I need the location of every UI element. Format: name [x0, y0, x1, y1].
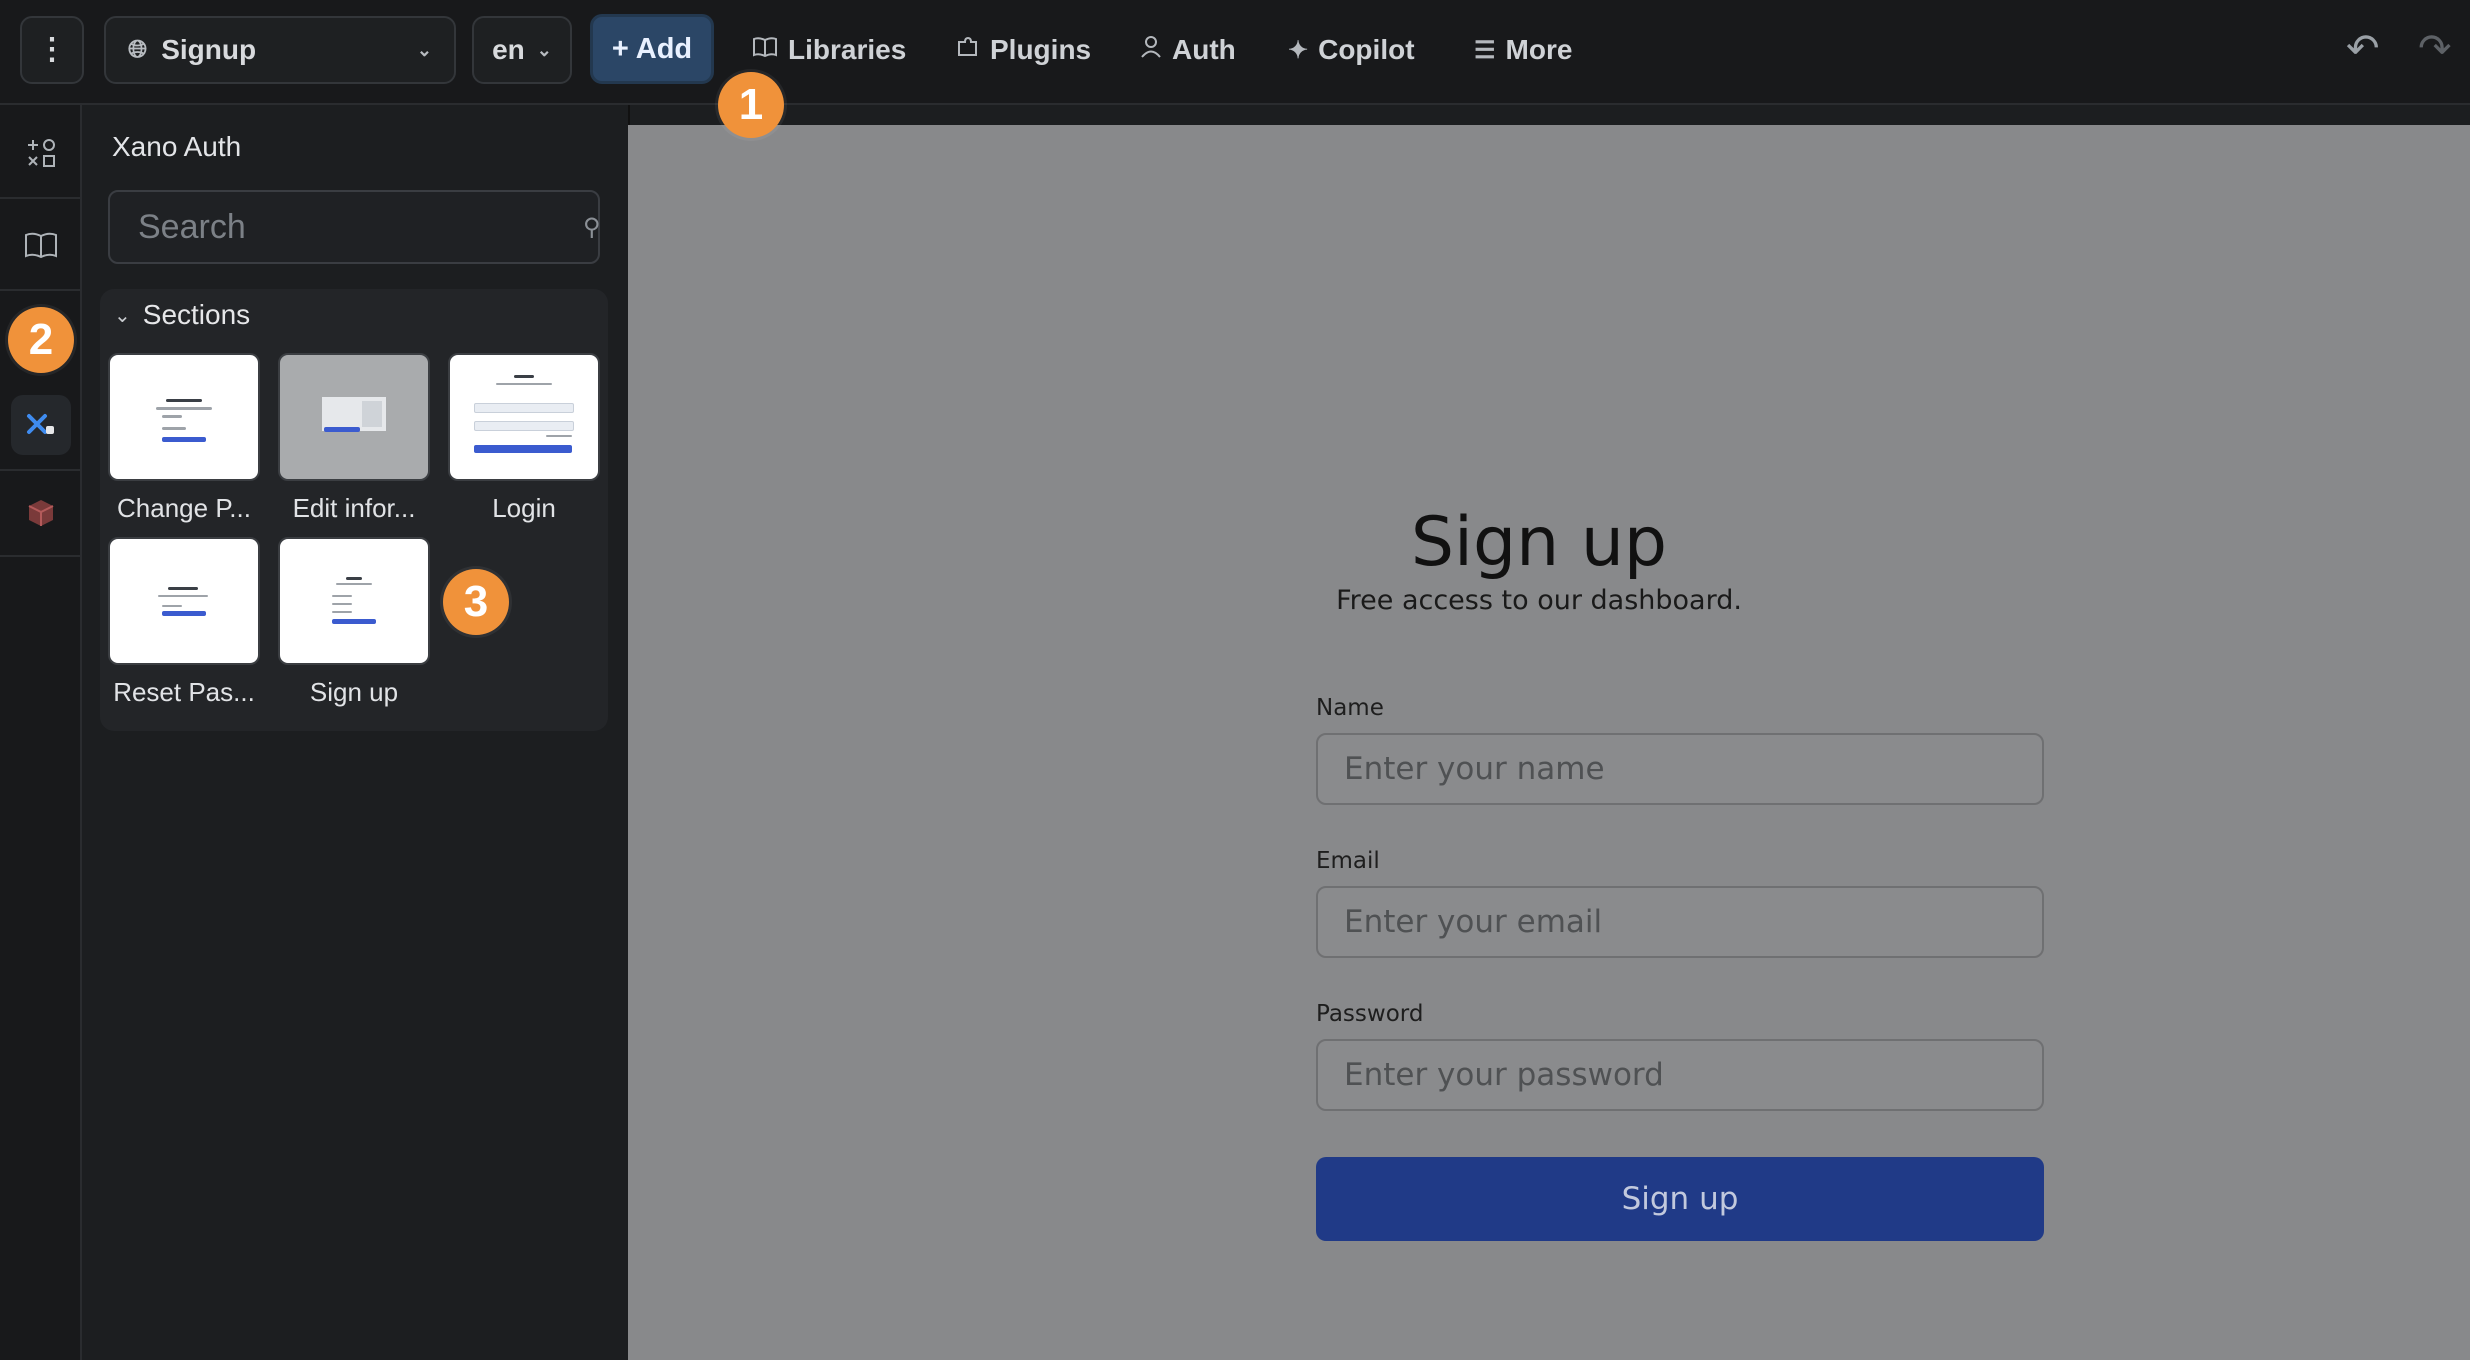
password-input[interactable]: [1342, 1056, 2018, 1094]
tile-thumbnail: [448, 353, 600, 481]
rail-divider: [0, 469, 80, 471]
section-tile-edit-information[interactable]: Edit infor...: [278, 353, 430, 524]
add-button[interactable]: + Add: [590, 14, 714, 84]
nav-libraries[interactable]: Libraries: [752, 16, 906, 84]
sections-label: Sections: [142, 299, 251, 330]
nav-auth-label: Auth: [1172, 34, 1236, 65]
book-icon[interactable]: [11, 215, 71, 275]
email-label: Email: [1316, 848, 1380, 874]
chevron-down-icon: ⌄: [416, 39, 432, 60]
top-toolbar: ⋮ 🌐︎ Signup ⌄ en ⌄ + Add Libraries Plugi…: [0, 0, 2470, 105]
name-label: Name: [1316, 695, 1384, 721]
section-tile-login[interactable]: Login: [448, 353, 600, 524]
tile-label: Edit infor...: [292, 493, 416, 523]
nav-more-label: More: [1505, 34, 1573, 65]
tile-thumbnail: [278, 537, 430, 665]
step-badge-2: 2: [8, 307, 74, 373]
nav-copilot-label: Copilot: [1318, 34, 1415, 65]
search-input[interactable]: [136, 206, 583, 248]
chevron-down-icon: ⌄: [114, 304, 131, 327]
section-tile-change-password[interactable]: Change P...: [108, 353, 260, 524]
more-options-button[interactable]: ⋮: [20, 16, 84, 84]
signup-title: Sign up: [1410, 503, 1668, 582]
signup-subtitle: Free access to our dashboard.: [1336, 585, 1742, 616]
section-tile-sign-up[interactable]: Sign up: [278, 537, 430, 708]
email-input[interactable]: [1342, 903, 2018, 941]
add-button-label: + Add: [611, 32, 693, 65]
section-tile-reset-password[interactable]: Reset Pas...: [108, 537, 260, 708]
nav-copilot[interactable]: ✦ Copilot: [1288, 16, 1415, 84]
globe-icon: 🌐︎: [128, 36, 148, 63]
tile-label: Sign up: [309, 677, 399, 707]
nav-libraries-label: Libraries: [788, 34, 907, 65]
tile-thumbnail: [278, 353, 430, 481]
panel-title: Xano Auth: [112, 131, 242, 162]
puzzle-icon: [956, 35, 980, 66]
page-selector-label: Signup: [161, 34, 257, 65]
library-panel: Xano Auth ⚲ ⌄ Sections Change P...: [82, 105, 630, 1360]
tile-label: Change P...: [117, 493, 251, 523]
rail-divider: [0, 289, 80, 291]
search-icon: ⚲: [583, 213, 601, 241]
name-field[interactable]: [1316, 733, 2044, 805]
book-icon: [752, 36, 778, 65]
cube-icon[interactable]: [11, 483, 71, 543]
page-canvas[interactable]: Sign up Free access to our dashboard. Na…: [628, 125, 2470, 1360]
tile-thumbnail: [108, 353, 260, 481]
tile-thumbnail: [108, 537, 260, 665]
chevron-down-icon: ⌄: [536, 39, 552, 60]
vertical-dots-icon: ⋮: [37, 33, 67, 66]
search-box[interactable]: ⚲: [108, 190, 601, 264]
sparkle-icon: ✦: [1288, 36, 1309, 64]
password-label: Password: [1316, 1001, 1424, 1027]
nav-more[interactable]: ☰ More: [1474, 16, 1572, 84]
xano-icon[interactable]: [11, 395, 71, 455]
email-field[interactable]: [1316, 886, 2044, 958]
rail-divider: [0, 197, 80, 199]
left-icon-rail: [0, 105, 82, 1360]
step-badge-1: 1: [718, 72, 784, 138]
components-icon[interactable]: [11, 123, 71, 183]
redo-icon[interactable]: ↷: [2418, 26, 2452, 72]
signup-submit-button[interactable]: Sign up: [1316, 1157, 2044, 1241]
user-icon: [1140, 35, 1162, 66]
nav-plugins[interactable]: Plugins: [956, 16, 1091, 84]
sections-group: ⌄ Sections Change P... Edit infor... Log…: [100, 289, 608, 731]
undo-icon[interactable]: ↶: [2346, 26, 2380, 72]
page-selector[interactable]: 🌐︎ Signup ⌄: [104, 16, 456, 84]
tile-label: Login: [492, 493, 556, 523]
language-label: en: [492, 34, 525, 65]
rail-divider: [0, 555, 80, 557]
password-field[interactable]: [1316, 1039, 2044, 1111]
name-input[interactable]: [1342, 750, 2018, 788]
hamburger-icon: ☰: [1474, 36, 1496, 64]
nav-plugins-label: Plugins: [990, 34, 1092, 65]
sections-header[interactable]: ⌄ Sections: [114, 299, 250, 331]
tile-label: Reset Pas...: [113, 677, 255, 707]
language-selector[interactable]: en ⌄: [472, 16, 572, 84]
nav-auth[interactable]: Auth: [1140, 16, 1236, 84]
step-badge-3: 3: [443, 569, 509, 635]
